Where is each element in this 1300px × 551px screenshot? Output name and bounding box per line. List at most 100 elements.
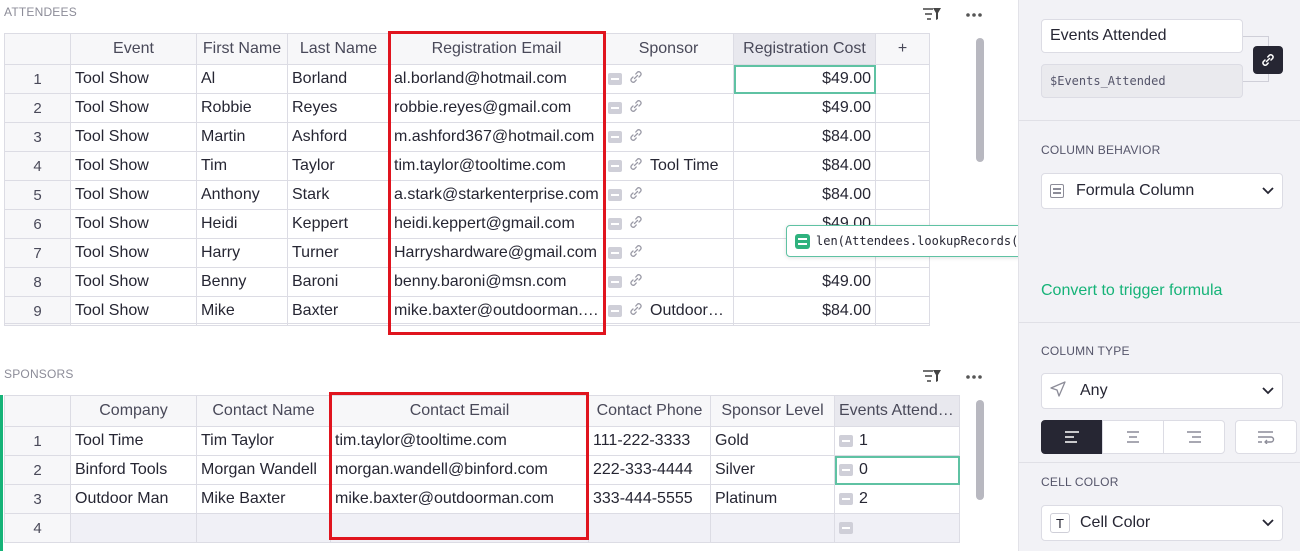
row-number[interactable]: 6 [4, 209, 71, 239]
cell-event[interactable]: Tool Show [70, 180, 197, 210]
cell-sponsor-level[interactable]: Gold [710, 426, 835, 456]
column-header-sponsor[interactable]: Sponsor [603, 33, 734, 65]
cell-registration-email[interactable]: robbie.reyes@gmail.com [389, 93, 604, 123]
cell-company[interactable] [70, 513, 197, 543]
cell-first-name[interactable]: Martin [196, 122, 288, 152]
cell-registration-email[interactable]: mike.baxter@outdoorman.… [389, 296, 604, 326]
cell-sponsor-level[interactable]: Platinum [710, 484, 835, 514]
cell-sponsor[interactable] [603, 238, 734, 268]
sort-filter-icon[interactable] [922, 6, 944, 24]
link-toggle-button[interactable] [1253, 46, 1283, 74]
convert-to-trigger-formula-link[interactable]: Convert to trigger formula [1041, 282, 1222, 300]
cell-event[interactable]: Tool Show [70, 93, 197, 123]
cell-event[interactable]: Tool Show [70, 64, 197, 94]
attendee-row[interactable]: 8 Tool Show Benny Baroni benny.baroni@msn.co… [4, 267, 930, 297]
cell-contact-name[interactable]: Tim Taylor [196, 426, 331, 456]
cell-first-name[interactable]: Harry [196, 238, 288, 268]
cell-sponsor-level[interactable] [710, 513, 835, 543]
cell-contact-name[interactable] [196, 513, 331, 543]
cell-company[interactable]: Binford Tools [70, 455, 197, 485]
cell-registration-cost[interactable]: $49.00 [733, 267, 876, 297]
cell-last-name[interactable]: Stark [287, 180, 390, 210]
row-number[interactable]: 4 [4, 513, 71, 543]
cell-event[interactable]: Tool Show [70, 122, 197, 152]
cell-contact-phone[interactable]: 111-222-3333 [588, 426, 711, 456]
cell-company[interactable]: Outdoor Man [70, 484, 197, 514]
column-header-events-attended[interactable]: Events Attended [834, 395, 960, 427]
row-number[interactable]: 3 [4, 484, 71, 514]
row-number[interactable]: 8 [4, 267, 71, 297]
row-number-header[interactable] [4, 395, 71, 427]
cell-event[interactable]: Tool Show [70, 209, 197, 239]
cell-sponsor[interactable]: Outdoor… [603, 296, 734, 326]
cell-sponsor[interactable] [603, 93, 734, 123]
row-number-header[interactable] [4, 33, 71, 65]
attendee-row[interactable]: 1 Tool Show Al Borland al.borland@hotmail.co… [4, 64, 930, 94]
cell-contact-email[interactable]: mike.baxter@outdoorman.com [330, 484, 589, 514]
column-header-event[interactable]: Event [70, 33, 197, 65]
sponsors-scrollbar[interactable] [976, 400, 984, 500]
attendees-scrollbar[interactable] [976, 38, 984, 162]
cell-last-name[interactable]: Baroni [287, 267, 390, 297]
row-number[interactable]: 2 [4, 455, 71, 485]
column-header-first-name[interactable]: First Name [196, 33, 288, 65]
cell-registration-cost[interactable]: $84.00 [733, 151, 876, 181]
attendee-row[interactable]: 4 Tool Show Tim Taylor tim.taylor@tooltime.c… [4, 151, 930, 181]
cell-event[interactable]: Tool Show [70, 267, 197, 297]
row-number[interactable]: 3 [4, 122, 71, 152]
row-number[interactable]: 1 [4, 64, 71, 94]
cell-event[interactable]: Tool Show [70, 238, 197, 268]
cell-registration-cost[interactable]: $84.00 [733, 180, 876, 210]
cell-registration-cost[interactable]: $84.00 [733, 296, 876, 326]
cell-event[interactable]: Tool Show [70, 296, 197, 326]
cell-contact-name[interactable]: Morgan Wandell [196, 455, 331, 485]
align-center-button[interactable] [1102, 420, 1164, 454]
cell-last-name[interactable]: Baxter [287, 296, 390, 326]
wrap-text-button[interactable] [1235, 420, 1297, 454]
cell-registration-email[interactable]: benny.baroni@msn.com [389, 267, 604, 297]
attendee-row[interactable]: 9 Tool Show Mike Baxter mike.baxter@outdoorm… [4, 296, 930, 326]
sponsor-row[interactable]: 1 Tool Time Tim Taylor tim.taylor@tooltime.… [4, 426, 960, 456]
column-header-registration-email[interactable]: Registration Email [389, 33, 604, 65]
cell-sponsor[interactable] [603, 122, 734, 152]
row-number[interactable]: 2 [4, 93, 71, 123]
align-left-button[interactable] [1041, 420, 1103, 454]
column-id-field[interactable]: $Events_Attended [1041, 64, 1243, 98]
cell-last-name[interactable]: Turner [287, 238, 390, 268]
attendee-row[interactable]: 5 Tool Show Anthony Stark a.stark@starkenter… [4, 180, 930, 210]
cell-first-name[interactable]: Mike [196, 296, 288, 326]
cell-sponsor[interactable] [603, 267, 734, 297]
attendee-row[interactable]: 2 Tool Show Robbie Reyes robbie.reyes@gmail.… [4, 93, 930, 123]
column-header-contact-phone[interactable]: Contact Phone [588, 395, 711, 427]
cell-company[interactable]: Tool Time [70, 426, 197, 456]
cell-last-name[interactable]: Ashford [287, 122, 390, 152]
cell-registration-cost[interactable]: $49.00 [733, 93, 876, 123]
cell-first-name[interactable]: Heidi [196, 209, 288, 239]
sponsor-row[interactable]: 4 [4, 513, 960, 543]
row-number[interactable]: 4 [4, 151, 71, 181]
cell-first-name[interactable]: Tim [196, 151, 288, 181]
cell-events-attended[interactable]: 0 [834, 455, 960, 485]
cell-contact-email[interactable]: tim.taylor@tooltime.com [330, 426, 589, 456]
more-options-icon[interactable] [964, 6, 986, 24]
row-number[interactable]: 9 [4, 296, 71, 326]
cell-contact-phone[interactable] [588, 513, 711, 543]
align-right-button[interactable] [1163, 420, 1225, 454]
cell-last-name[interactable]: Borland [287, 64, 390, 94]
column-header-contact-name[interactable]: Contact Name [196, 395, 331, 427]
cell-sponsor-level[interactable]: Silver [710, 455, 835, 485]
column-header-sponsor-level[interactable]: Sponsor Level [710, 395, 835, 427]
add-column-button[interactable]: + [875, 33, 930, 65]
cell-first-name[interactable]: Robbie [196, 93, 288, 123]
cell-registration-email[interactable]: al.borland@hotmail.com [389, 64, 604, 94]
sponsor-row[interactable]: 2 Binford Tools Morgan Wandell morgan.wande… [4, 455, 960, 485]
cell-first-name[interactable]: Benny [196, 267, 288, 297]
cell-color-select[interactable]: T Cell Color [1041, 505, 1283, 541]
row-number[interactable]: 5 [4, 180, 71, 210]
cell-sponsor[interactable] [603, 180, 734, 210]
cell-registration-email[interactable]: a.stark@starkenterprise.com [389, 180, 604, 210]
column-header-registration-cost[interactable]: Registration Cost [733, 33, 876, 65]
cell-registration-email[interactable]: heidi.keppert@gmail.com [389, 209, 604, 239]
column-header-company[interactable]: Company [70, 395, 197, 427]
cell-contact-phone[interactable]: 222-333-4444 [588, 455, 711, 485]
